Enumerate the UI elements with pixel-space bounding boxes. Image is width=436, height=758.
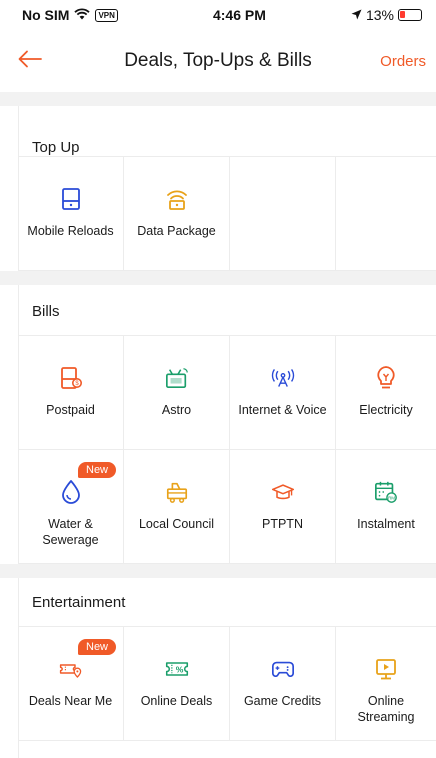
nav-bar: Deals, Top-Ups & Bills Orders — [0, 30, 436, 92]
section-title-topup: Top Up — [32, 139, 80, 156]
tile-deals-near-me[interactable]: New Deals Near Me — [18, 627, 124, 741]
tile-local-council[interactable]: Local Council — [124, 450, 230, 564]
wifi-icon — [165, 187, 189, 211]
empty-tile — [336, 157, 436, 271]
empty-tile — [230, 157, 336, 271]
calendar-icon: RM — [374, 480, 398, 504]
ticket-location-icon — [59, 657, 83, 681]
battery-icon — [397, 9, 422, 21]
location-arrow-icon — [351, 7, 362, 23]
tile-label: Postpaid — [46, 403, 95, 417]
water-drop-icon — [59, 480, 83, 504]
tile-mobile-reloads[interactable]: Mobile Reloads — [18, 157, 124, 271]
bills-grid: $ Postpaid Astro Internet & Voice Electr… — [18, 335, 436, 564]
status-bar: No SIM VPN 4:46 PM 13% — [0, 0, 436, 30]
graduation-cap-icon — [271, 480, 295, 504]
tile-label: Online Streaming — [357, 694, 415, 724]
lightbulb-icon — [374, 366, 398, 390]
orders-link[interactable]: Orders — [366, 53, 436, 70]
tile-label: PTPTN — [262, 517, 303, 531]
tile-instalment[interactable]: RM Instalment — [336, 450, 436, 564]
svg-text:RM: RM — [388, 495, 395, 500]
wifi-status-icon — [74, 7, 91, 23]
status-left: No SIM VPN — [22, 7, 118, 23]
status-time: 4:46 PM — [212, 7, 266, 23]
section-gap — [0, 92, 436, 106]
tile-electricity[interactable]: Electricity — [336, 336, 436, 450]
tile-label: Astro — [161, 403, 192, 417]
tile-label: Data Package — [137, 224, 216, 238]
svg-text:%: % — [175, 664, 183, 674]
tile-label: Online Deals — [140, 694, 213, 708]
page-title: Deals, Top-Ups & Bills — [124, 50, 312, 71]
carrier-label: No SIM — [22, 7, 70, 23]
back-arrow-icon — [18, 50, 42, 73]
section-gap — [0, 271, 436, 285]
tile-label: Deals Near Me — [28, 694, 113, 708]
section-gap — [0, 564, 436, 578]
tile-label: Internet & Voice — [238, 403, 327, 417]
gamepad-icon — [271, 657, 295, 681]
tile-game-credits[interactable]: Game Credits — [230, 627, 336, 741]
section-title-bills: Bills — [32, 303, 60, 320]
mobile-icon — [59, 187, 83, 211]
tile-ptptn[interactable]: PTPTN — [230, 450, 336, 564]
topup-grid: Mobile Reloads Data Package — [18, 156, 436, 271]
tile-label: Game Credits — [243, 694, 322, 708]
play-screen-icon — [374, 657, 398, 681]
tile-label: Instalment — [357, 517, 415, 531]
status-right: 13% — [351, 7, 422, 23]
tile-data-package[interactable]: Data Package — [124, 157, 230, 271]
antenna-icon — [271, 366, 295, 390]
tile-water-sewerage[interactable]: New Water & Sewerage — [18, 450, 124, 564]
tile-label: Mobile Reloads — [27, 224, 114, 238]
postpaid-icon: $ — [59, 366, 83, 390]
tv-icon — [165, 366, 189, 390]
section-title-entertainment: Entertainment — [32, 594, 126, 611]
tile-postpaid[interactable]: $ Postpaid — [18, 336, 124, 450]
tile-label: Electricity — [359, 403, 413, 417]
tile-online-streaming[interactable]: Online Streaming — [336, 627, 436, 741]
percent-ticket-icon: % — [165, 657, 189, 681]
vpn-badge: VPN — [95, 8, 118, 22]
battery-percent: 13% — [365, 7, 394, 23]
tile-label: Water & Sewerage — [42, 517, 99, 547]
tile-astro[interactable]: Astro — [124, 336, 230, 450]
entertainment-grid: New Deals Near Me % Online Deals Game Cr… — [18, 626, 436, 741]
tile-online-deals[interactable]: % Online Deals — [124, 627, 230, 741]
tile-label: Local Council — [138, 517, 215, 531]
council-icon — [165, 480, 189, 504]
tile-internet-voice[interactable]: Internet & Voice — [230, 336, 336, 450]
back-button[interactable] — [0, 50, 60, 73]
new-badge: New — [78, 462, 117, 478]
new-badge: New — [78, 639, 117, 655]
